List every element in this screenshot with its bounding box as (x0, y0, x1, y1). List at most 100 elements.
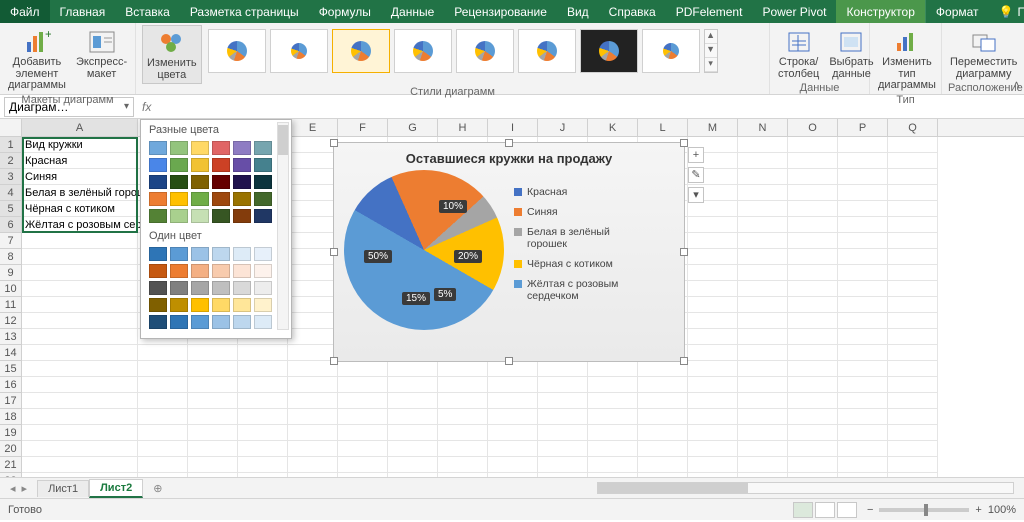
cell-E10[interactable] (288, 281, 338, 297)
cell-Q8[interactable] (888, 249, 938, 265)
cell-O21[interactable] (788, 457, 838, 473)
chart-style-8[interactable] (642, 29, 700, 73)
cell-D22[interactable] (238, 473, 288, 477)
cell-O3[interactable] (788, 169, 838, 185)
cell-A18[interactable] (22, 409, 138, 425)
sheet-tab-2[interactable]: Лист2 (89, 479, 143, 498)
normal-view-button[interactable] (793, 502, 813, 518)
cell-D16[interactable] (238, 377, 288, 393)
cell-N3[interactable] (738, 169, 788, 185)
cell-O2[interactable] (788, 153, 838, 169)
cell-J21[interactable] (538, 457, 588, 473)
cell-P15[interactable] (838, 361, 888, 377)
cell-B21[interactable] (138, 457, 188, 473)
cell-A9[interactable] (22, 265, 138, 281)
cell-O16[interactable] (788, 377, 838, 393)
cell-B22[interactable] (138, 473, 188, 477)
cell-A16[interactable] (22, 377, 138, 393)
color-swatch[interactable] (212, 141, 230, 155)
cell-G20[interactable] (388, 441, 438, 457)
cell-A1[interactable]: Вид кружки (22, 137, 138, 153)
chart-style-3[interactable] (332, 29, 390, 73)
cell-C22[interactable] (188, 473, 238, 477)
data-label[interactable]: 5% (434, 288, 456, 301)
chart-style-2[interactable] (270, 29, 328, 73)
row-header-13[interactable]: 13 (0, 329, 22, 345)
color-swatch[interactable] (254, 158, 272, 172)
cell-E3[interactable] (288, 169, 338, 185)
cell-P14[interactable] (838, 345, 888, 361)
color-swatch[interactable] (170, 298, 188, 312)
cell-N20[interactable] (738, 441, 788, 457)
cell-E9[interactable] (288, 265, 338, 281)
cell-C21[interactable] (188, 457, 238, 473)
cell-O8[interactable] (788, 249, 838, 265)
color-swatch[interactable] (170, 209, 188, 223)
row-header-14[interactable]: 14 (0, 345, 22, 361)
color-swatch[interactable] (149, 209, 167, 223)
color-swatch[interactable] (149, 141, 167, 155)
cell-B19[interactable] (138, 425, 188, 441)
cell-J16[interactable] (538, 377, 588, 393)
cell-E7[interactable] (288, 233, 338, 249)
cell-M6[interactable] (688, 217, 738, 233)
cell-P11[interactable] (838, 297, 888, 313)
legend-item[interactable]: Синяя (514, 206, 647, 218)
cell-B15[interactable] (138, 361, 188, 377)
cell-K22[interactable] (588, 473, 638, 477)
color-swatch[interactable] (233, 298, 251, 312)
cell-K20[interactable] (588, 441, 638, 457)
color-swatch[interactable] (149, 281, 167, 295)
cell-P6[interactable] (838, 217, 888, 233)
color-swatch[interactable] (191, 281, 209, 295)
cell-A21[interactable] (22, 457, 138, 473)
pie-plot-area[interactable]: 10%20%5%15%50% (344, 170, 504, 330)
color-swatch[interactable] (149, 158, 167, 172)
cell-O15[interactable] (788, 361, 838, 377)
cell-N6[interactable] (738, 217, 788, 233)
color-swatch[interactable] (191, 264, 209, 278)
color-swatch[interactable] (233, 175, 251, 189)
cell-P18[interactable] (838, 409, 888, 425)
cell-E5[interactable] (288, 201, 338, 217)
cell-N16[interactable] (738, 377, 788, 393)
cell-P16[interactable] (838, 377, 888, 393)
sheet-nav[interactable]: ◂▸ (0, 482, 37, 495)
cell-M15[interactable] (688, 361, 738, 377)
cell-O22[interactable] (788, 473, 838, 477)
cell-H18[interactable] (438, 409, 488, 425)
color-swatch[interactable] (191, 141, 209, 155)
cell-N13[interactable] (738, 329, 788, 345)
cell-J15[interactable] (538, 361, 588, 377)
color-swatch[interactable] (191, 209, 209, 223)
cell-Q13[interactable] (888, 329, 938, 345)
cell-E18[interactable] (288, 409, 338, 425)
change-colors-button[interactable]: Изменить цвета (142, 25, 202, 84)
cell-Q12[interactable] (888, 313, 938, 329)
cell-A8[interactable] (22, 249, 138, 265)
cell-O9[interactable] (788, 265, 838, 281)
color-swatch[interactable] (212, 158, 230, 172)
color-swatch[interactable] (149, 264, 167, 278)
cell-A4[interactable]: Белая в зелёный горошек (22, 185, 138, 201)
cell-P17[interactable] (838, 393, 888, 409)
chart-styles-button[interactable]: ✎ (688, 167, 704, 183)
cell-L17[interactable] (638, 393, 688, 409)
cell-F16[interactable] (338, 377, 388, 393)
column-header-I[interactable]: I (488, 119, 538, 136)
cell-N1[interactable] (738, 137, 788, 153)
cell-G16[interactable] (388, 377, 438, 393)
cell-C14[interactable] (188, 345, 238, 361)
cell-A7[interactable] (22, 233, 138, 249)
chart-title[interactable]: Оставшиеся кружки на продажу (334, 143, 684, 170)
color-swatch[interactable] (170, 175, 188, 189)
cell-L18[interactable] (638, 409, 688, 425)
cell-Q11[interactable] (888, 297, 938, 313)
chart-filters-button[interactable]: ▾ (688, 187, 704, 203)
cell-P4[interactable] (838, 185, 888, 201)
cell-F21[interactable] (338, 457, 388, 473)
tab-help[interactable]: Справка (599, 0, 666, 23)
color-swatch[interactable] (170, 192, 188, 206)
cell-D21[interactable] (238, 457, 288, 473)
cell-Q19[interactable] (888, 425, 938, 441)
